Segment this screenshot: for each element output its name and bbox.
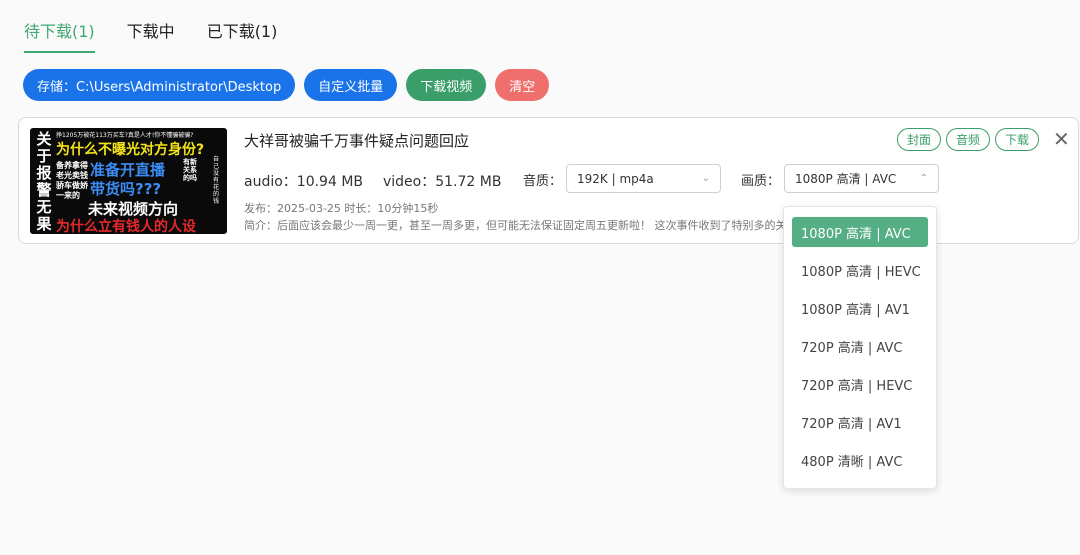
video-quality-label: 画质：: [741, 174, 781, 189]
quality-option[interactable]: 1080P 高清 | AV1: [792, 293, 928, 323]
tab-downloaded[interactable]: 已下载(1): [207, 18, 278, 53]
thumb-line-6: 为什么立有钱人的人设: [56, 219, 196, 234]
clear-button[interactable]: 清空: [495, 69, 550, 101]
custom-batch-button[interactable]: 自定义批量: [304, 69, 398, 101]
audio-quality-label: 音质：: [523, 174, 563, 189]
video-quality-value: 1080P 高清 | AVC: [795, 172, 897, 186]
download-button[interactable]: 下载: [995, 128, 1040, 151]
video-title: 大祥哥被骗千万事件疑点问题回应: [244, 132, 470, 150]
video-thumbnail: 关于报警无果 挣1205万被花113万买车?真是人才!你不懂骗被骗? 为什么不曝…: [30, 128, 227, 234]
audio-quality-select[interactable]: 192K | mp4a ⌄: [566, 164, 721, 193]
thumb-line-4: 带货吗???: [90, 180, 162, 198]
quality-option[interactable]: 1080P 高清 | HEVC: [792, 255, 928, 285]
audio-size: audio：10.94 MB: [244, 174, 364, 190]
publish-meta: 发布：2025-03-25 时长：10分钟15秒: [244, 202, 439, 215]
thumb-line-2: 为什么不曝光对方身份?: [56, 142, 205, 158]
quality-option[interactable]: 1080P 高清 | AVC: [792, 217, 928, 247]
quality-option[interactable]: 720P 高清 | AVC: [792, 331, 928, 361]
thumb-side-text: 关于报警无果: [36, 130, 52, 233]
video-quality-select[interactable]: 1080P 高清 | AVC ⌃: [784, 164, 939, 193]
thumb-right-col: 有新关系的吗: [183, 158, 197, 182]
toolbar: 存储：C:\Users\Administrator\Desktop 自定义批量 …: [23, 69, 550, 101]
chevron-down-icon: ⌄: [701, 173, 710, 184]
chevron-up-icon: ⌃: [919, 173, 928, 184]
tab-bar: 待下载(1) 下载中 已下载(1): [24, 18, 277, 53]
quality-option[interactable]: 720P 高清 | HEVC: [792, 369, 928, 399]
audio-quality-value: 192K | mp4a: [577, 171, 654, 186]
thumb-cols: 备养拿得老光卖钱骄车做娇一来的: [56, 161, 88, 200]
video-quality-dropdown: 1080P 高清 | AVC 1080P 高清 | HEVC 1080P 高清 …: [783, 206, 937, 489]
thumb-right-col-2: 自己没有花的钱: [213, 156, 220, 205]
tab-downloading[interactable]: 下载中: [127, 18, 175, 53]
quality-option[interactable]: 720P 高清 | AV1: [792, 407, 928, 437]
cover-button[interactable]: 封面: [897, 128, 942, 151]
quality-option[interactable]: 480P 清晰 | AVC: [792, 445, 928, 475]
tab-pending[interactable]: 待下载(1): [24, 18, 95, 53]
audio-button[interactable]: 音频: [946, 128, 991, 151]
storage-path-button[interactable]: 存储：C:\Users\Administrator\Desktop: [23, 69, 296, 101]
close-icon[interactable]: ✕: [1053, 129, 1070, 149]
thumb-line-3: 准备开直播: [90, 161, 166, 179]
thumb-line-1: 挣1205万被花113万买车?真是人才!你不懂骗被骗?: [56, 132, 194, 139]
video-size: video：51.72 MB: [383, 174, 502, 190]
download-video-button[interactable]: 下载视频: [406, 69, 487, 101]
